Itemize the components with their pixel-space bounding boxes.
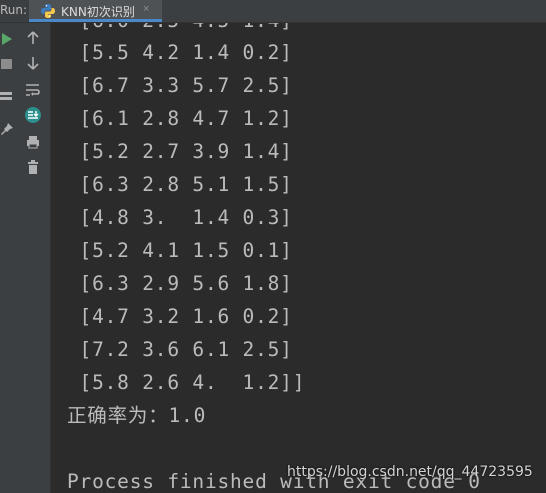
up-arrow-icon[interactable] [22,27,44,49]
accuracy-line: 正确率为：1.0 [67,404,207,427]
console-line: [7.2 3.6 6.1 2.5] [67,338,293,361]
scroll-to-end-icon[interactable] [22,104,44,126]
python-icon [40,3,56,19]
console-line: [4.7 3.2 1.6 0.2] [67,305,293,328]
console-line: [6.3 2.8 5.1 1.5] [67,173,293,196]
console-line: [5.5 4.2 1.4 0.2] [67,41,293,64]
console-output[interactable]: [6.0 2.5 4.5 1.4] [5.5 4.2 1.4 0.2] [6.7… [51,23,546,493]
run-label: Run: [0,3,28,17]
down-arrow-icon[interactable] [22,52,44,74]
run-toolbar-secondary [16,23,51,493]
tab-title: KNN初次识别 [61,5,135,19]
console-line: [4.8 3. 1.4 0.3] [67,206,293,229]
tab-active-indicator [29,19,162,22]
console-line: [6.1 2.8 4.7 1.2] [67,107,293,130]
trash-icon[interactable] [22,156,44,178]
run-toolwindow-header: Run: KNN初次识别 × [0,0,546,23]
console-line: [6.7 3.3 5.7 2.5] [67,74,293,97]
console-line: [6.3 2.9 5.6 1.8] [67,272,293,295]
run-toolbar-primary [0,23,16,493]
print-icon[interactable] [22,131,44,153]
console-line: [5.2 4.1 1.5 0.1] [67,239,293,262]
close-icon[interactable]: × [143,3,149,15]
console-line: [6.0 2.5 4.5 1.4] [67,23,293,33]
console-line: [5.8 2.6 4. 1.2]] [67,371,306,394]
watermark: https://blog.csdn.net/qq_44723595 [287,464,533,480]
console-line: [5.2 2.7 3.9 1.4] [67,140,293,163]
soft-wrap-icon[interactable] [22,79,44,101]
